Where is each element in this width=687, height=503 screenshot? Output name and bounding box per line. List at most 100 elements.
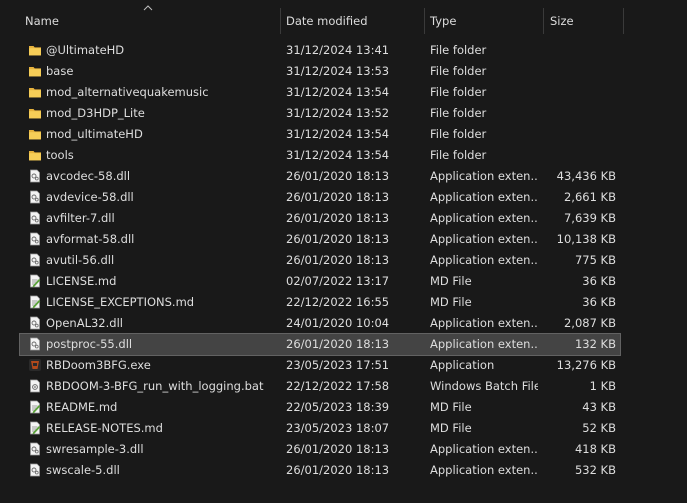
file-row[interactable]: avfilter-7.dll 26/01/2020 18:13 Applicatio… [20, 208, 620, 229]
file-name: postproc-55.dll [46, 337, 133, 351]
file-date-modified: 26/01/2020 18:13 [286, 232, 390, 246]
file-type: File folder [430, 127, 487, 141]
file-name: RELEASE-NOTES.md [46, 421, 163, 435]
file-name: LICENSE_EXCEPTIONS.md [46, 295, 195, 309]
column-header-type[interactable]: Type [430, 0, 540, 38]
file-date-modified: 22/05/2023 18:39 [286, 400, 390, 414]
file-date-modified: 26/01/2020 18:13 [286, 253, 390, 267]
file-name: avdevice-58.dll [46, 190, 134, 204]
file-type: File folder [430, 43, 487, 57]
file-row[interactable]: RELEASE-NOTES.md 23/05/2023 18:07 MD File 5… [20, 418, 620, 439]
file-date-modified: 31/12/2024 13:53 [286, 64, 390, 78]
file-size: 132 KB [574, 337, 616, 351]
file-type: MD File [430, 400, 472, 414]
file-type: Windows Batch File [430, 379, 538, 393]
file-row[interactable]: README.md 22/05/2023 18:39 MD File 43 KB [20, 397, 620, 418]
file-row[interactable]: mod_D3HDP_Lite 31/12/2024 13:52 File folde… [20, 103, 620, 124]
file-name: avutil-56.dll [46, 253, 115, 267]
file-row[interactable]: mod_ultimateHD 31/12/2024 13:54 File folde… [20, 124, 620, 145]
file-type: Application exten... [430, 190, 538, 204]
file-date-modified: 31/12/2024 13:54 [286, 127, 390, 141]
file-type: MD File [430, 295, 472, 309]
folder-icon [28, 106, 42, 120]
column-divider[interactable] [543, 8, 544, 34]
file-type: MD File [430, 421, 472, 435]
file-size: 532 KB [574, 463, 616, 477]
file-type: Application exten... [430, 253, 538, 267]
column-header-name[interactable]: Name [25, 0, 275, 38]
file-date-modified: 22/12/2022 16:55 [286, 295, 390, 309]
column-header-size[interactable]: Size [550, 0, 620, 38]
file-date-modified: 31/12/2024 13:41 [286, 43, 390, 57]
file-size: 10,138 KB [556, 232, 616, 246]
file-name: @UltimateHD [46, 43, 125, 57]
file-size: 13,276 KB [556, 358, 616, 372]
file-date-modified: 31/12/2024 13:54 [286, 85, 390, 99]
file-date-modified: 23/05/2023 18:07 [286, 421, 390, 435]
file-type: File folder [430, 64, 487, 78]
column-divider[interactable] [623, 8, 624, 34]
file-row[interactable]: LICENSE.md 02/07/2022 13:17 MD File 36 KB [20, 271, 620, 292]
file-type: MD File [430, 274, 472, 288]
file-row[interactable]: swresample-3.dll 26/01/2020 18:13 Applicat… [20, 439, 620, 460]
file-row[interactable]: postproc-55.dll 26/01/2020 18:13 Applicati… [19, 333, 621, 356]
file-row[interactable]: avformat-58.dll 26/01/2020 18:13 Applicati… [20, 229, 620, 250]
file-date-modified: 26/01/2020 18:13 [286, 463, 390, 477]
dll-file-icon [28, 463, 42, 477]
folder-icon [28, 127, 42, 141]
dll-file-icon [28, 232, 42, 246]
dll-file-icon [28, 190, 42, 204]
file-type: File folder [430, 148, 487, 162]
file-size: 1 KB [589, 379, 616, 393]
file-name: OpenAL32.dll [46, 316, 123, 330]
dll-file-icon [28, 211, 42, 225]
file-type: File folder [430, 85, 487, 99]
file-type: Application exten... [430, 442, 538, 456]
file-type: Application exten... [430, 337, 538, 351]
column-divider[interactable] [280, 8, 281, 34]
file-row[interactable]: swscale-5.dll 26/01/2020 18:13 Application… [20, 460, 620, 481]
md-file-icon [28, 295, 42, 309]
file-size: 43 KB [582, 400, 616, 414]
file-name: avformat-58.dll [46, 232, 135, 246]
file-type: Application exten... [430, 211, 538, 225]
md-file-icon [28, 274, 42, 288]
dll-file-icon [28, 442, 42, 456]
dll-file-icon [28, 316, 42, 330]
file-row[interactable]: RBDoom3BFG.exe 23/05/2023 17:51 Applicatio… [20, 355, 620, 376]
file-name: mod_D3HDP_Lite [46, 106, 145, 120]
file-type: Application exten... [430, 463, 538, 477]
file-name: avfilter-7.dll [46, 211, 115, 225]
file-row[interactable]: RBDOOM-3-BFG_run_with_logging.bat 22/12/2… [20, 376, 620, 397]
file-row[interactable]: avutil-56.dll 26/01/2020 18:13 Application… [20, 250, 620, 271]
file-size: 2,087 KB [563, 316, 616, 330]
file-name: README.md [46, 400, 118, 414]
file-size: 52 KB [582, 421, 616, 435]
file-name: LICENSE.md [46, 274, 117, 288]
file-row[interactable]: avdevice-58.dll 26/01/2020 18:13 Applicati… [20, 187, 620, 208]
md-file-icon [28, 400, 42, 414]
file-size: 43,436 KB [556, 169, 616, 183]
file-size: 775 KB [574, 253, 616, 267]
file-name: tools [46, 148, 74, 162]
file-row[interactable]: @UltimateHD 31/12/2024 13:41 File folder [20, 40, 620, 61]
file-row[interactable]: mod_alternativequakemusic 31/12/2024 13:5… [20, 82, 620, 103]
file-row[interactable]: LICENSE_EXCEPTIONS.md 22/12/2022 16:55 MD … [20, 292, 620, 313]
file-row[interactable]: tools 31/12/2024 13:54 File folder [20, 145, 620, 166]
file-name: mod_ultimateHD [46, 127, 143, 141]
file-row[interactable]: OpenAL32.dll 24/01/2020 10:04 Application … [20, 313, 620, 334]
folder-icon [28, 85, 42, 99]
md-file-icon [28, 421, 42, 435]
file-size: 2,661 KB [563, 190, 616, 204]
column-divider[interactable] [424, 8, 425, 34]
file-size: 418 KB [574, 442, 616, 456]
file-name: RBDOOM-3-BFG_run_with_logging.bat [46, 379, 264, 393]
file-row[interactable]: avcodec-58.dll 26/01/2020 18:13 Applicatio… [20, 166, 620, 187]
file-size: 36 KB [582, 295, 616, 309]
column-header-date-modified[interactable]: Date modified [286, 0, 421, 38]
file-row[interactable]: base 31/12/2024 13:53 File folder [20, 61, 620, 82]
folder-icon [28, 64, 42, 78]
file-name: base [46, 64, 74, 78]
bat-file-icon [28, 379, 42, 393]
file-name: avcodec-58.dll [46, 169, 131, 183]
